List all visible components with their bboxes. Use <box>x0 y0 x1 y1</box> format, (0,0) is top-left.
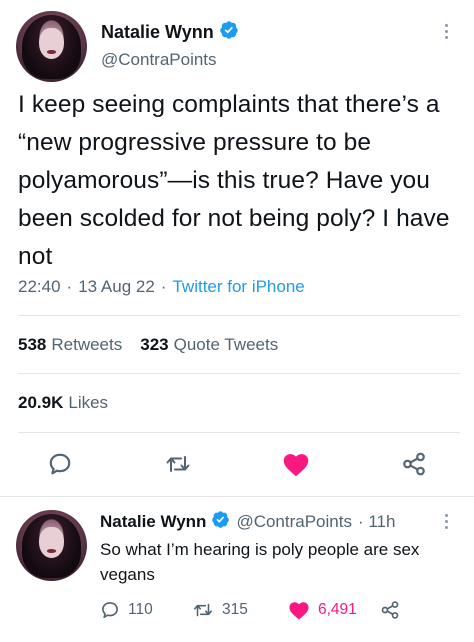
reply-author-name[interactable]: Natalie Wynn <box>100 512 206 532</box>
likes-label: Likes <box>68 393 109 412</box>
retweets-label: Retweets <box>51 335 123 354</box>
more-icon[interactable] <box>445 24 449 42</box>
author-handle[interactable]: @ContraPoints <box>101 50 217 70</box>
tweet-source[interactable]: Twitter for iPhone <box>172 277 304 297</box>
likes-count: 20.9K <box>18 393 64 412</box>
reply-like-count: 6,491 <box>318 601 357 618</box>
reply-text: So what I’m hearing is poly people are s… <box>100 540 420 584</box>
more-icon[interactable] <box>445 514 449 532</box>
reply-age[interactable]: · 11h <box>358 512 396 532</box>
reply-share-button[interactable] <box>380 600 400 620</box>
reply-author-handle[interactable]: @ContraPoints <box>236 512 352 532</box>
divider <box>18 432 460 433</box>
retweets-link[interactable]: 538 Retweets <box>18 335 122 355</box>
share-icon <box>403 452 425 476</box>
likes-link[interactable]: 20.9K Likes <box>18 393 108 413</box>
reply-avatar[interactable] <box>16 510 87 581</box>
verified-badge-icon <box>211 510 230 534</box>
author-avatar[interactable] <box>16 11 87 82</box>
reply-retweet-button[interactable]: 315 <box>192 600 248 620</box>
meta-separator: · <box>160 277 167 296</box>
meta-separator: · <box>66 277 73 296</box>
reply-retweet-count: 315 <box>222 601 248 618</box>
share-button[interactable] <box>396 446 432 482</box>
like-button[interactable] <box>278 446 314 482</box>
quote-tweets-link[interactable]: 323 Quote Tweets <box>140 335 278 355</box>
retweets-count: 538 <box>18 335 47 354</box>
retweet-icon <box>193 603 213 617</box>
retweet-icon <box>166 456 190 472</box>
heart-icon <box>289 602 309 620</box>
tweet-time[interactable]: 22:40 <box>18 277 61 297</box>
reply-icon <box>102 602 118 618</box>
reply-icon <box>49 453 71 475</box>
tweet-meta: 22:40 · 13 Aug 22 · Twitter for iPhone <box>18 277 305 297</box>
tweet-text: I keep seeing complaints that there’s a … <box>18 91 450 270</box>
reply-like-button[interactable]: 6,491 <box>288 600 357 620</box>
reply-button[interactable] <box>42 446 78 482</box>
divider <box>0 496 474 497</box>
divider <box>18 373 460 374</box>
reply-reply-button[interactable]: 110 <box>100 600 153 620</box>
quote-label: Quote Tweets <box>173 335 279 354</box>
retweet-button[interactable] <box>160 446 196 482</box>
divider <box>18 315 460 316</box>
reply-reply-count: 110 <box>128 601 153 618</box>
verified-badge-icon <box>219 20 239 45</box>
quote-count: 323 <box>140 335 169 354</box>
author-name[interactable]: Natalie Wynn <box>101 22 214 43</box>
reply-header: Natalie Wynn @ContraPoints · 11h <box>100 510 395 534</box>
tweet-date[interactable]: 13 Aug 22 <box>78 277 155 297</box>
retweet-stats: 538 Retweets 323 Quote Tweets <box>18 335 296 355</box>
heart-icon <box>283 454 309 477</box>
reply-action-bar: 110 315 6,491 <box>0 598 474 626</box>
author-name-row[interactable]: Natalie Wynn <box>101 20 239 45</box>
share-icon <box>381 601 399 619</box>
